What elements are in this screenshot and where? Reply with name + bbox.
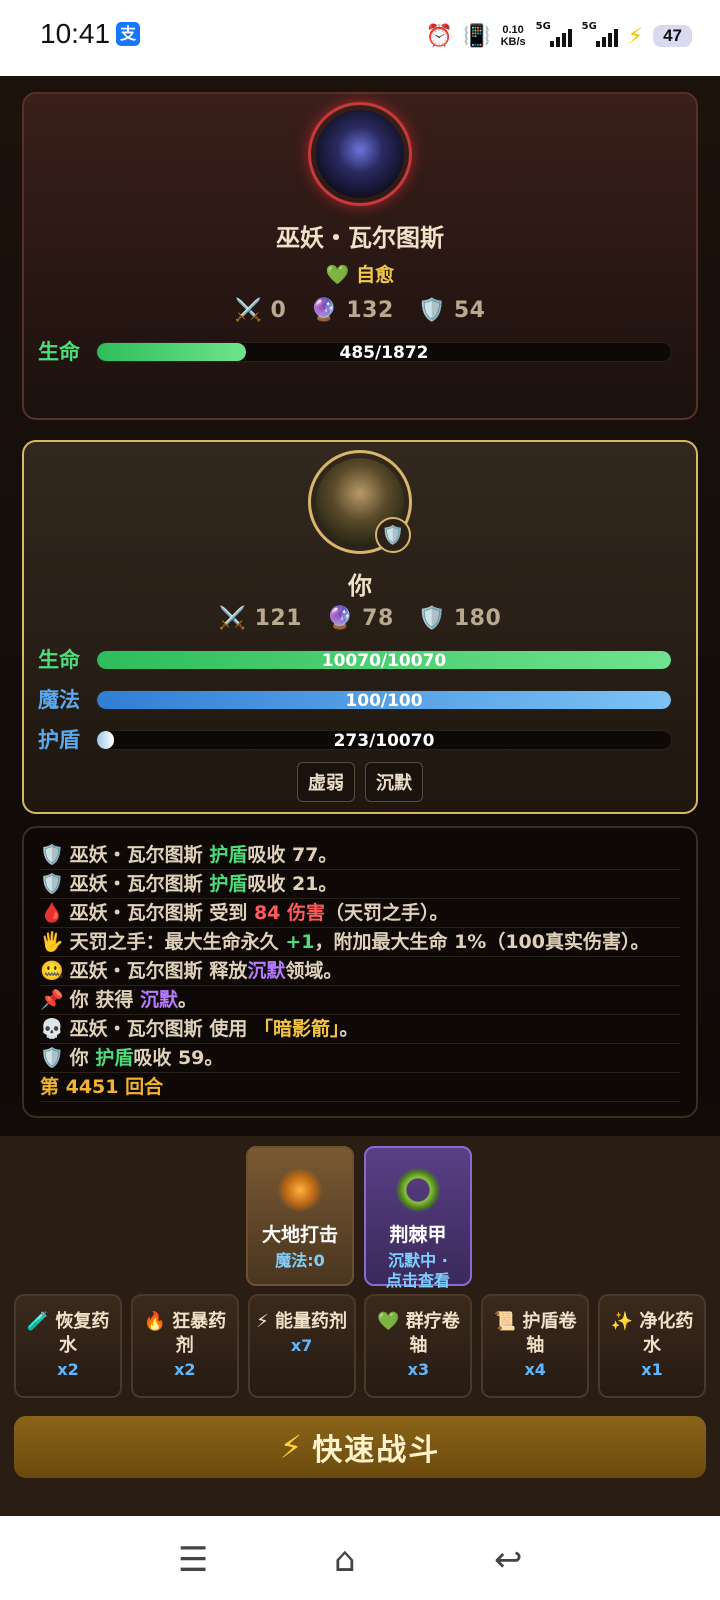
item-berserk-potion[interactable]: 🔥 狂暴药剂 x2 xyxy=(130,1294,239,1398)
item-bar: 🧪 恢复药水 x2 🔥 狂暴药剂 x2 ⚡ 能量药剂 x7 💚 群疗卷轴 x3 … xyxy=(14,1294,706,1398)
crystal-ball-icon: 🔮 xyxy=(310,298,339,323)
fire-icon: 🔥 xyxy=(143,1311,166,1332)
magic-stat: 🔮 78 xyxy=(326,606,394,631)
enemy-hp-text: 485/1872 xyxy=(339,343,429,362)
alipay-icon: 支 xyxy=(116,22,140,46)
home-icon[interactable]: ⌂ xyxy=(334,1540,356,1580)
attack-stat: ⚔️ 121 xyxy=(218,606,303,631)
shield-icon: 🛡️ xyxy=(40,1047,64,1069)
signal-icon: 5G xyxy=(536,21,572,47)
earth-strike-icon xyxy=(278,1168,322,1212)
player-avatar[interactable]: 🛡️ xyxy=(308,450,412,554)
sword-icon: ⚔️ xyxy=(218,606,247,631)
vibrate-icon: 📳 xyxy=(463,23,491,49)
enemy-card[interactable]: 巫妖・瓦尔图斯 💚 自愈 ⚔️ 0 🔮 132 🛡️ 54 生命 485/1872 xyxy=(22,92,698,420)
player-mp-bar: 100/100 xyxy=(96,690,672,710)
action-panel: 大地打击 魔法:0 荆棘甲 沉默中 · 点击查看 🧪 恢复药水 x2 🔥 狂暴药剂… xyxy=(0,1136,720,1516)
alarm-icon: ⏰ xyxy=(425,23,454,49)
battery-level: 47 xyxy=(653,25,692,47)
battle-log[interactable]: 🛡️ 巫妖・瓦尔图斯 护盾吸收 77。 🛡️ 巫妖・瓦尔图斯 护盾吸收 21。 🩸 巫… xyxy=(22,826,698,1118)
player-hp-label: 生命 xyxy=(38,648,80,672)
raised-hand-icon: 🖐️ xyxy=(40,931,64,953)
skull-icon: 💀 xyxy=(40,1018,64,1040)
green-heart-icon: 💚 xyxy=(325,264,350,286)
log-line: 🖐️ 天罚之手：最大生命永久 +1，附加最大生命 1%（100真实伤害）。 xyxy=(40,928,680,957)
log-line: 🩸 巫妖・瓦尔图斯 受到 84 伤害（天罚之手）。 xyxy=(40,899,680,928)
enemy-hp-row: 生命 485/1872 xyxy=(38,338,688,366)
magic-stat: 🔮 132 xyxy=(310,298,394,323)
defense-stat: 🛡️ 54 xyxy=(417,298,486,323)
player-hp-text: 10070/10070 xyxy=(321,651,447,670)
shield-badge-icon: 🛡️ xyxy=(375,517,411,553)
defense-stat: 🛡️ 180 xyxy=(417,606,502,631)
skill-thorn-armor-button[interactable]: 荆棘甲 沉默中 · 点击查看 xyxy=(364,1146,472,1290)
player-stats: ⚔️ 121 🔮 78 🛡️ 180 xyxy=(24,606,696,631)
enemy-name: 巫妖・瓦尔图斯 xyxy=(276,224,444,252)
enemy-hp-label: 生命 xyxy=(38,340,80,364)
crystal-ball-icon: 🔮 xyxy=(326,606,355,631)
item-shield-scroll[interactable]: 📜 护盾卷轴 x4 xyxy=(481,1294,590,1398)
sword-icon: ⚔️ xyxy=(234,298,263,323)
thorn-wreath-icon xyxy=(396,1168,440,1212)
skill-earth-strike-button[interactable]: 大地打击 魔法:0 xyxy=(246,1146,354,1286)
lich-portrait-icon xyxy=(316,110,404,198)
potion-icon: 🧪 xyxy=(26,1311,50,1332)
shield-icon: 🛡️ xyxy=(40,844,64,866)
status-effects: 虚弱 沉默 xyxy=(24,762,696,802)
green-heart-icon: 💚 xyxy=(377,1311,400,1332)
enemy-hp-bar: 485/1872 xyxy=(96,342,672,362)
player-card[interactable]: 🛡️ 你 ⚔️ 121 🔮 78 🛡️ 180 生命 10070/10070 魔法 1… xyxy=(22,440,698,814)
player-mp-row: 魔法 100/100 xyxy=(38,686,688,714)
player-shield-row: 护盾 273/10070 xyxy=(38,726,688,754)
item-purify-potion[interactable]: ✨ 净化药水 x1 xyxy=(597,1294,706,1398)
quick-battle-button[interactable]: ⚡ 快速战斗 xyxy=(14,1416,706,1478)
charging-icon: ⚡ xyxy=(627,23,644,49)
enemy-stats: ⚔️ 0 🔮 132 🛡️ 54 xyxy=(24,298,696,323)
menu-icon[interactable]: ☰ xyxy=(178,1540,208,1580)
player-mp-text: 100/100 xyxy=(345,691,423,710)
shield-icon: 🛡️ xyxy=(417,606,446,631)
log-line: 💀 巫妖・瓦尔图斯 使用 「暗影箭」。 xyxy=(40,1015,680,1044)
player-hp-bar: 10070/10070 xyxy=(96,650,672,670)
shield-icon: 🛡️ xyxy=(40,873,64,895)
status-tag-weak[interactable]: 虚弱 xyxy=(297,762,355,802)
signal-icon-2: 5G xyxy=(582,21,618,47)
status-icons: ⏰ 📳 0.10 KB/s 5G 5G ⚡ 47 xyxy=(426,20,692,52)
log-line: 📌 你 获得 沉默。 xyxy=(40,986,680,1015)
sparkles-icon: ✨ xyxy=(610,1311,634,1332)
status-time: 10:41 xyxy=(40,18,111,49)
game-screen: 巫妖・瓦尔图斯 💚 自愈 ⚔️ 0 🔮 132 🛡️ 54 生命 485/1872 🛡… xyxy=(0,76,720,1516)
player-name: 你 xyxy=(348,572,372,600)
lightning-icon: ⚡ xyxy=(279,1428,303,1466)
zipper-mouth-icon: 🤐 xyxy=(40,960,64,982)
enemy-trait: 💚 自愈 xyxy=(325,264,395,286)
log-line: 🤐 巫妖・瓦尔图斯 释放沉默领域。 xyxy=(40,957,680,986)
log-line: 🛡️ 巫妖・瓦尔图斯 护盾吸收 77。 xyxy=(40,841,680,870)
player-shield-label: 护盾 xyxy=(38,728,80,752)
scroll-icon: 📜 xyxy=(493,1311,517,1332)
enemy-avatar[interactable] xyxy=(308,102,412,206)
item-group-heal-scroll[interactable]: 💚 群疗卷轴 x3 xyxy=(364,1294,473,1398)
attack-stat: ⚔️ 0 xyxy=(234,298,287,323)
shield-icon: 🛡️ xyxy=(417,298,446,323)
item-energy-potion[interactable]: ⚡ 能量药剂 x7 xyxy=(247,1294,356,1398)
status-bar: 10:41 支 ⏰ 📳 0.10 KB/s 5G 5G ⚡ 47 xyxy=(0,0,720,76)
player-mp-label: 魔法 xyxy=(38,688,80,712)
round-counter: 第 4451 回合 xyxy=(40,1073,680,1102)
navigation-bar: ☰ ⌂ ↩ xyxy=(0,1516,720,1600)
log-line: 🛡️ 你 护盾吸收 59。 xyxy=(40,1044,680,1073)
network-speed: 0.10 KB/s xyxy=(500,24,526,48)
back-icon[interactable]: ↩ xyxy=(494,1540,523,1580)
player-hp-row: 生命 10070/10070 xyxy=(38,646,688,674)
lightning-icon: ⚡ xyxy=(256,1311,269,1332)
item-restore-potion[interactable]: 🧪 恢复药水 x2 xyxy=(14,1294,122,1398)
log-line: 🛡️ 巫妖・瓦尔图斯 护盾吸收 21。 xyxy=(40,870,680,899)
player-shield-text: 273/10070 xyxy=(333,731,435,750)
status-tag-silence[interactable]: 沉默 xyxy=(365,762,423,802)
blood-drop-icon: 🩸 xyxy=(40,902,64,924)
battle-log-lines: 🛡️ 巫妖・瓦尔图斯 护盾吸收 77。 🛡️ 巫妖・瓦尔图斯 护盾吸收 21。 🩸 巫… xyxy=(40,841,680,1102)
pushpin-icon: 📌 xyxy=(40,989,64,1011)
player-shield-bar: 273/10070 xyxy=(96,730,672,750)
